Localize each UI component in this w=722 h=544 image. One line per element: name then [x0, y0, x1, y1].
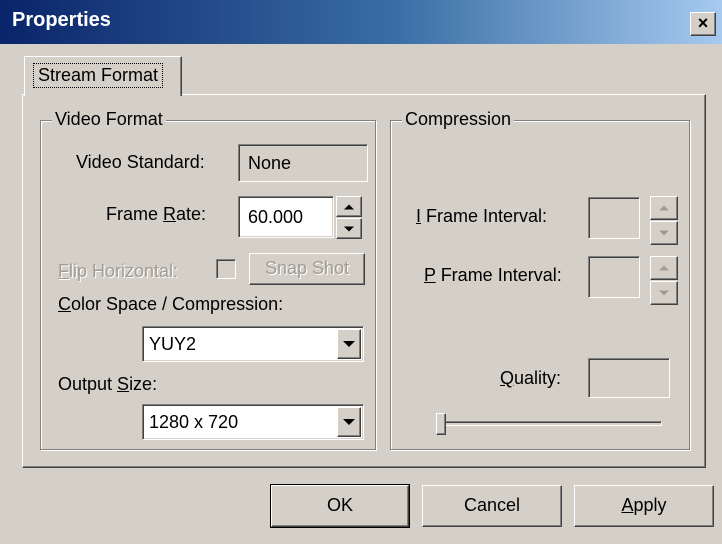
i-frame-spin-up[interactable]: [650, 196, 678, 220]
quality-label-mnemonic: Q: [500, 368, 515, 388]
quality-slider-thumb[interactable]: [436, 413, 446, 435]
p-frame-label-mnemonic: P: [424, 265, 436, 285]
spin-up-icon: [659, 205, 669, 211]
quality-label: Quality:: [500, 368, 561, 389]
output-size-label-post: ize:: [129, 374, 158, 394]
flip-horizontal-label: Flip Horizontal:: [58, 261, 178, 282]
i-frame-interval-label: I Frame Interval:: [416, 206, 547, 227]
quality-label-post: uality:: [514, 368, 562, 388]
flip-horizontal-label-mnemonic: F: [58, 261, 69, 281]
p-frame-spin-up[interactable]: [650, 256, 678, 280]
p-frame-interval-input[interactable]: [588, 256, 640, 298]
window-title: Properties: [12, 9, 111, 31]
color-space-selected: YUY2: [149, 334, 197, 354]
frame-rate-label-post: ate:: [176, 204, 207, 224]
spin-up-icon: [659, 265, 669, 271]
color-space-label-post: olor Space / Compression:: [71, 294, 284, 314]
i-frame-spin-down[interactable]: [650, 221, 678, 245]
p-frame-interval-label: P Frame Interval:: [424, 265, 562, 286]
spin-down-icon: [659, 290, 669, 296]
i-frame-interval-input[interactable]: [588, 197, 640, 239]
output-size-label-pre: Output: [58, 374, 118, 394]
video-standard-value: None: [248, 153, 292, 173]
video-format-group-title: Video Format: [52, 109, 166, 130]
frame-rate-label-mnemonic: R: [163, 204, 177, 224]
compression-group-title: Compression: [402, 109, 515, 130]
frame-rate-value: 60.000: [248, 207, 304, 227]
flip-horizontal-label-post: lip Horizontal:: [69, 261, 179, 281]
apply-button[interactable]: Apply: [574, 485, 714, 527]
cancel-label: Cancel: [463, 495, 521, 515]
ok-button[interactable]: OK: [270, 484, 410, 528]
output-size-dropdown-button[interactable]: [337, 407, 361, 437]
color-space-label: Color Space / Compression:: [58, 294, 283, 315]
title-bar: Properties ×: [0, 0, 722, 44]
frame-rate-label-pre: Frame: [106, 204, 164, 224]
quality-slider-track[interactable]: [436, 421, 662, 426]
frame-rate-spin-up[interactable]: [336, 196, 362, 217]
frame-rate-input[interactable]: 60.000: [238, 196, 334, 238]
output-size-selected: 1280 x 720: [149, 412, 239, 432]
cancel-button[interactable]: Cancel: [422, 485, 562, 527]
close-icon: ×: [697, 13, 709, 33]
flip-horizontal-checkbox[interactable]: [216, 259, 236, 279]
p-frame-spin-down[interactable]: [650, 281, 678, 305]
dropdown-arrow-icon: [343, 341, 355, 347]
video-standard-label: Video Standard:: [76, 152, 205, 172]
spin-up-icon: [344, 204, 354, 209]
dropdown-arrow-icon: [343, 419, 355, 425]
spin-down-icon: [344, 226, 354, 231]
snap-shot-label: Snap Shot: [264, 258, 350, 278]
color-space-dropdown[interactable]: YUY2: [142, 326, 364, 362]
tab-stream-format[interactable]: Stream Format: [24, 56, 182, 96]
output-size-label-mnemonic: S: [117, 374, 130, 394]
spin-down-icon: [659, 230, 669, 236]
ok-label: OK: [326, 495, 353, 515]
tab-stream-format-label: Stream Format: [33, 63, 164, 88]
p-frame-label-post: Frame Interval:: [435, 265, 562, 285]
video-standard-field: None: [238, 144, 368, 182]
i-frame-label-post: Frame Interval:: [421, 206, 548, 226]
frame-rate-spin-down[interactable]: [336, 218, 362, 239]
close-button[interactable]: ×: [690, 12, 716, 36]
apply-label-post: pply: [633, 495, 667, 515]
snap-shot-button[interactable]: Snap Shot: [249, 253, 365, 285]
output-size-label: Output Size:: [58, 374, 157, 395]
color-space-label-mnemonic: C: [58, 294, 71, 314]
frame-rate-label: Frame Rate:: [106, 204, 206, 225]
apply-label-mnemonic: A: [621, 495, 634, 515]
ok-button-face: OK: [271, 485, 409, 527]
quality-input[interactable]: [588, 358, 670, 398]
output-size-dropdown[interactable]: 1280 x 720: [142, 404, 364, 440]
color-space-dropdown-button[interactable]: [337, 329, 361, 359]
